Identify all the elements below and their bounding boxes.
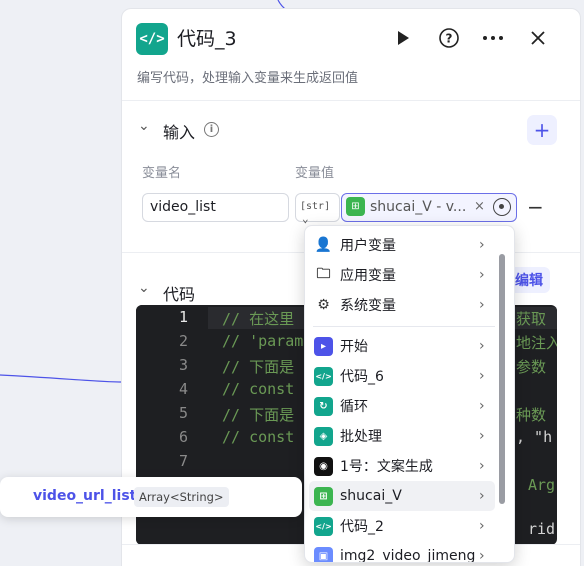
code-line-tail: 获取 — [516, 310, 547, 328]
tooltip-variable-type: Array<String> — [134, 487, 229, 507]
line-number: 6 — [178, 428, 188, 446]
code-icon: </> — [314, 366, 333, 386]
dropdown-item-img2-video-jimeng[interactable]: ▣ img2_video_jimeng › — [309, 541, 495, 563]
chevron-right-icon: › — [479, 548, 485, 563]
panel-header: </> 代码_3 ? 编写代码，处理输入变量来生成返回值 — [122, 9, 580, 101]
dropdown-item-label: 系统变量 — [340, 298, 396, 314]
chevron-right-icon: › — [479, 267, 485, 283]
dropdown-item-app-variables[interactable]: 🗀 应用变量 › — [309, 260, 495, 290]
play-icon[interactable] — [390, 25, 416, 51]
code-line-tail: 种数 — [516, 406, 547, 424]
workflow-icon: ⊞ — [314, 486, 333, 506]
chevron-right-icon: › — [479, 237, 485, 253]
remove-input-button[interactable]: − — [527, 195, 544, 219]
dropdown-item-code-2[interactable]: </> 代码_2 › — [309, 511, 495, 541]
type-label: [str] — [300, 201, 331, 212]
code-line: // 在这里 — [222, 310, 295, 328]
workflow-icon: ⊞ — [346, 197, 365, 216]
dropdown-item-start[interactable]: ▸ 开始 › — [309, 331, 495, 361]
gear-icon: ⚙ — [317, 297, 330, 313]
chevron-down-icon[interactable]: ⌄ — [138, 118, 150, 134]
clear-icon[interactable]: × — [474, 199, 485, 214]
line-number: 7 — [178, 452, 188, 470]
dropdown-item-label: 1号：文案生成 — [340, 459, 433, 475]
dropdown-item-batch[interactable]: ◈ 批处理 › — [309, 421, 495, 451]
type-select[interactable]: [str] ⌄ — [295, 193, 340, 225]
dropdown-item-label: 应用变量 — [340, 268, 396, 284]
line-number: 2 — [178, 332, 188, 350]
agent-icon: ◉ — [314, 456, 333, 476]
dropdown-item-label: 开始 — [340, 339, 368, 355]
reference-target-icon[interactable] — [493, 198, 511, 216]
user-icon: 👤 — [314, 237, 333, 253]
dropdown-item-system-variables[interactable]: ⚙ 系统变量 › — [309, 290, 495, 320]
line-number: 4 — [178, 380, 188, 398]
close-icon[interactable] — [525, 25, 551, 51]
dropdown-item-label: 代码_6 — [340, 369, 384, 385]
code-fragment: Arg — [528, 476, 556, 494]
folder-icon: 🗀 — [316, 266, 331, 282]
code-line: // const — [222, 428, 295, 446]
variable-name-header: 变量名 — [142, 166, 182, 181]
dropdown-item-user-variables[interactable]: 👤 用户变量 › — [309, 230, 495, 260]
start-icon: ▸ — [314, 336, 333, 356]
code-line-tail: 地注入 — [516, 334, 557, 352]
batch-icon: ◈ — [314, 426, 333, 446]
code-line-tail: 参数 — [516, 358, 547, 376]
line-number: 5 — [178, 404, 188, 422]
code-icon: </> — [314, 516, 333, 536]
chevron-right-icon: › — [479, 398, 485, 414]
dropdown-item-label: 循环 — [340, 399, 368, 415]
dropdown-item-label: 用户变量 — [340, 238, 396, 254]
dropdown-item-loop[interactable]: ↻ 循环 › — [309, 391, 495, 421]
chevron-down-icon: ⌄ — [302, 212, 309, 225]
loop-icon: ↻ — [314, 396, 333, 416]
line-number: 1 — [178, 308, 188, 326]
node-description: 编写代码，处理输入变量来生成返回值 — [137, 71, 359, 86]
chevron-right-icon: › — [479, 297, 485, 313]
chevron-right-icon: › — [479, 488, 485, 504]
dropdown-item-copywriting[interactable]: ◉ 1号：文案生成 › — [309, 451, 495, 481]
chevron-right-icon: › — [479, 338, 485, 354]
code-line-tail: , "h — [516, 428, 553, 446]
code-line: // 下面是 — [222, 358, 295, 376]
tooltip-variable-name: video_url_list — [33, 488, 137, 504]
input-section-label: 输入 — [163, 123, 196, 142]
variable-value-selector[interactable]: ⊞ shucai_V - v... × — [341, 193, 517, 222]
dropdown-item-label: 批处理 — [340, 429, 382, 445]
line-number: 3 — [178, 356, 188, 374]
code-icon: </> — [136, 23, 168, 55]
dropdown-item-label: 代码_2 — [340, 519, 384, 535]
variable-picker-dropdown[interactable]: 👤 用户变量 › 🗀 应用变量 › ⚙ 系统变量 › ▸ 开始 › </> 代码… — [304, 225, 515, 563]
chevron-right-icon: › — [479, 368, 485, 384]
dropdown-divider — [313, 326, 495, 327]
chevron-down-icon[interactable]: ⌄ — [138, 280, 150, 296]
node-title[interactable]: 代码_3 — [177, 24, 237, 51]
info-icon[interactable]: i — [204, 122, 219, 137]
add-input-button[interactable]: + — [527, 115, 557, 145]
more-icon[interactable] — [480, 25, 506, 51]
dropdown-scrollbar[interactable] — [499, 254, 505, 504]
dropdown-item-shucai-v[interactable]: ⊞ shucai_V › — [309, 481, 495, 511]
variable-value-header: 变量值 — [295, 166, 335, 181]
variable-name-input[interactable]: video_list — [142, 193, 289, 222]
help-icon[interactable]: ? — [436, 25, 462, 51]
svg-text:?: ? — [446, 32, 453, 46]
code-line: // 'param — [222, 332, 304, 350]
chevron-right-icon: › — [479, 518, 485, 534]
code-line: // const — [222, 380, 295, 398]
variable-tooltip: video_url_list Array<String> — [0, 477, 302, 517]
code-section-label: 代码 — [163, 285, 196, 304]
dropdown-item-code-6[interactable]: </> 代码_6 › — [309, 361, 495, 391]
chevron-right-icon: › — [479, 428, 485, 444]
dropdown-item-label: img2_video_jimeng — [340, 548, 476, 563]
code-fragment: rid — [528, 520, 556, 538]
dropdown-item-label: shucai_V — [340, 488, 402, 504]
variable-value-text: shucai_V - v... — [370, 199, 467, 215]
image-video-icon: ▣ — [314, 546, 333, 562]
code-line: // 下面是 — [222, 406, 295, 424]
chevron-right-icon: › — [479, 458, 485, 474]
